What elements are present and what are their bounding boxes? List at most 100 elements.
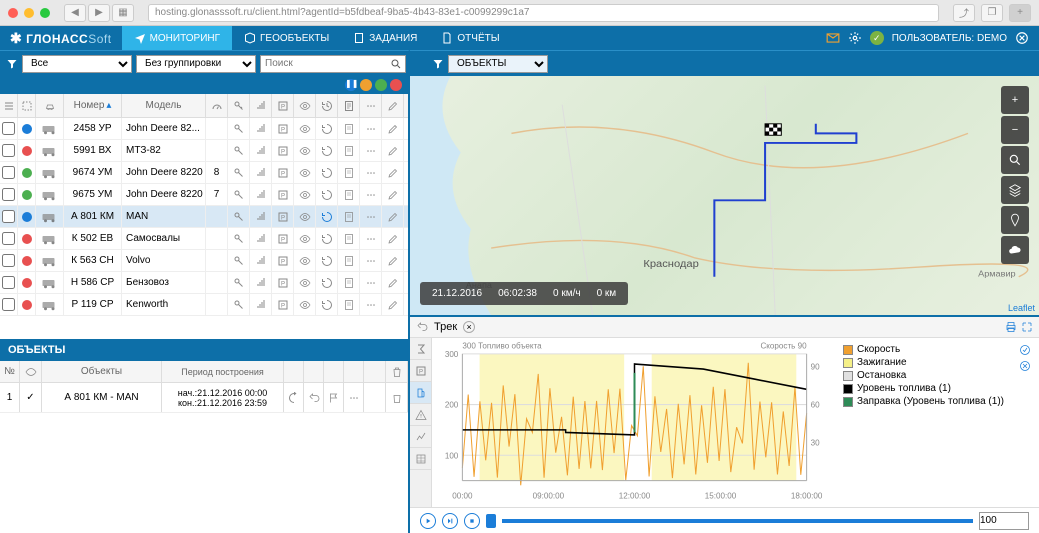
history-col-icon[interactable] — [321, 100, 333, 112]
track-close-icon[interactable]: × — [463, 321, 475, 333]
signal-icon[interactable] — [255, 299, 267, 311]
chart-tab-table[interactable] — [410, 448, 431, 470]
key-icon[interactable] — [233, 167, 245, 179]
panel-button[interactable]: ▦ — [112, 4, 134, 22]
history-icon[interactable] — [321, 299, 333, 311]
legend-item[interactable]: Зажигание — [843, 357, 1011, 368]
legend-item[interactable]: Остановка — [843, 370, 1011, 381]
report-icon[interactable] — [343, 145, 355, 157]
report-icon[interactable] — [343, 233, 355, 245]
report-icon[interactable] — [343, 123, 355, 135]
playback-speed-input[interactable] — [979, 512, 1029, 530]
eye-icon[interactable] — [299, 167, 311, 179]
eye-icon[interactable] — [299, 299, 311, 311]
table-row[interactable]: 2458 УРJohn Deere 82...P — [0, 118, 408, 140]
signal-icon[interactable] — [255, 189, 267, 201]
report-col-icon[interactable] — [343, 100, 355, 112]
dots-icon[interactable] — [348, 392, 360, 404]
search-input[interactable] — [260, 55, 406, 73]
table-row[interactable]: К 563 СНVolvoP — [0, 250, 408, 272]
more-icon[interactable] — [365, 255, 377, 267]
row-checkbox[interactable] — [2, 166, 15, 179]
report-icon[interactable] — [343, 167, 355, 179]
row-checkbox[interactable] — [2, 254, 15, 267]
eye-icon[interactable] — [299, 255, 311, 267]
menu-col-icon[interactable] — [365, 100, 377, 112]
table-row[interactable]: Р 119 СРKenworthP — [0, 294, 408, 316]
parking-icon[interactable]: P — [277, 167, 289, 179]
vehicle-col-icon[interactable] — [44, 100, 56, 112]
table-row[interactable]: 9674 УМJohn Deere 82208P — [0, 162, 408, 184]
next-button[interactable] — [442, 513, 458, 529]
gear-icon[interactable] — [848, 31, 862, 45]
tab-geoobjects[interactable]: ГЕООБЪЕКТЫ — [232, 26, 341, 50]
report-icon[interactable] — [343, 189, 355, 201]
map-objects-select[interactable]: ОБЪЕКТЫ — [448, 55, 548, 73]
playback-handle[interactable] — [486, 514, 496, 528]
tab-monitoring[interactable]: МОНИТОРИНГ — [122, 26, 232, 50]
chart-tab-graph[interactable] — [410, 426, 431, 448]
map[interactable]: Краснодар Анапа Армавир 21.12.2016 06:02… — [410, 76, 1039, 315]
bar-icon[interactable] — [416, 58, 428, 70]
row-trash-icon[interactable] — [391, 392, 403, 404]
filter-select-group[interactable]: Без группировки — [136, 55, 256, 73]
edit-icon[interactable] — [387, 233, 399, 245]
alert-indicator-icon[interactable] — [390, 79, 402, 91]
eye-icon[interactable] — [299, 145, 311, 157]
tabs-button[interactable]: ❐ — [981, 4, 1003, 22]
edit-col-icon[interactable] — [387, 100, 399, 112]
signal-icon[interactable] — [255, 123, 267, 135]
history-icon[interactable] — [321, 145, 333, 157]
edit-icon[interactable] — [387, 211, 399, 223]
minimize-window-icon[interactable] — [24, 8, 34, 18]
row-checkbox[interactable] — [2, 144, 15, 157]
eye-col-icon[interactable] — [299, 100, 311, 112]
undo-small-icon[interactable] — [308, 392, 320, 404]
signal-col-icon[interactable] — [255, 100, 267, 112]
history-icon[interactable] — [321, 255, 333, 267]
print-icon[interactable] — [1005, 321, 1017, 333]
key-icon[interactable] — [233, 123, 245, 135]
report-icon[interactable] — [343, 211, 355, 223]
parking-icon[interactable]: P — [277, 255, 289, 267]
zoom-in-button[interactable]: + — [1001, 86, 1029, 114]
more-icon[interactable] — [365, 233, 377, 245]
key-icon[interactable] — [233, 255, 245, 267]
filter-icon[interactable] — [6, 58, 18, 70]
key-col-icon[interactable] — [233, 100, 245, 112]
map-attribution[interactable]: Leaflet — [1008, 303, 1035, 313]
period-row[interactable]: 1 ✓ А 801 КМ - MAN нач.:21.12.2016 00:00… — [0, 383, 408, 413]
more-icon[interactable] — [365, 299, 377, 311]
parking-icon[interactable]: P — [277, 145, 289, 157]
tab-tasks[interactable]: ЗАДАНИЯ — [341, 26, 429, 50]
more-icon[interactable] — [365, 189, 377, 201]
edit-icon[interactable] — [387, 299, 399, 311]
col-number[interactable]: Номер▴ — [64, 94, 122, 117]
key-icon[interactable] — [233, 277, 245, 289]
forward-button[interactable]: ▶ — [88, 4, 110, 22]
undo-icon[interactable] — [416, 321, 428, 333]
more-icon[interactable] — [365, 123, 377, 135]
report-icon[interactable] — [343, 277, 355, 289]
layers-button[interactable] — [1001, 176, 1029, 204]
table-row[interactable]: Н 586 СРБензовозP — [0, 272, 408, 294]
parking-icon[interactable]: P — [277, 211, 289, 223]
legend-item[interactable]: Скорость — [843, 344, 1011, 355]
warning-indicator-icon[interactable] — [360, 79, 372, 91]
history-icon[interactable] — [321, 123, 333, 135]
eye-icon[interactable] — [299, 233, 311, 245]
chart-tab-warning[interactable] — [410, 404, 431, 426]
more-icon[interactable] — [365, 211, 377, 223]
history-icon[interactable] — [321, 277, 333, 289]
chart-tab-fuel[interactable] — [410, 382, 431, 404]
history-icon[interactable] — [321, 233, 333, 245]
tab-reports[interactable]: ОТЧЁТЫ — [429, 26, 511, 50]
history-icon[interactable] — [321, 167, 333, 179]
signal-icon[interactable] — [255, 145, 267, 157]
signal-icon[interactable] — [255, 211, 267, 223]
expand-col-icon[interactable] — [3, 100, 15, 112]
period-row-check[interactable]: ✓ — [20, 383, 42, 412]
more-icon[interactable] — [365, 145, 377, 157]
new-tab-button[interactable]: + — [1009, 4, 1031, 22]
parking-icon[interactable]: P — [277, 299, 289, 311]
